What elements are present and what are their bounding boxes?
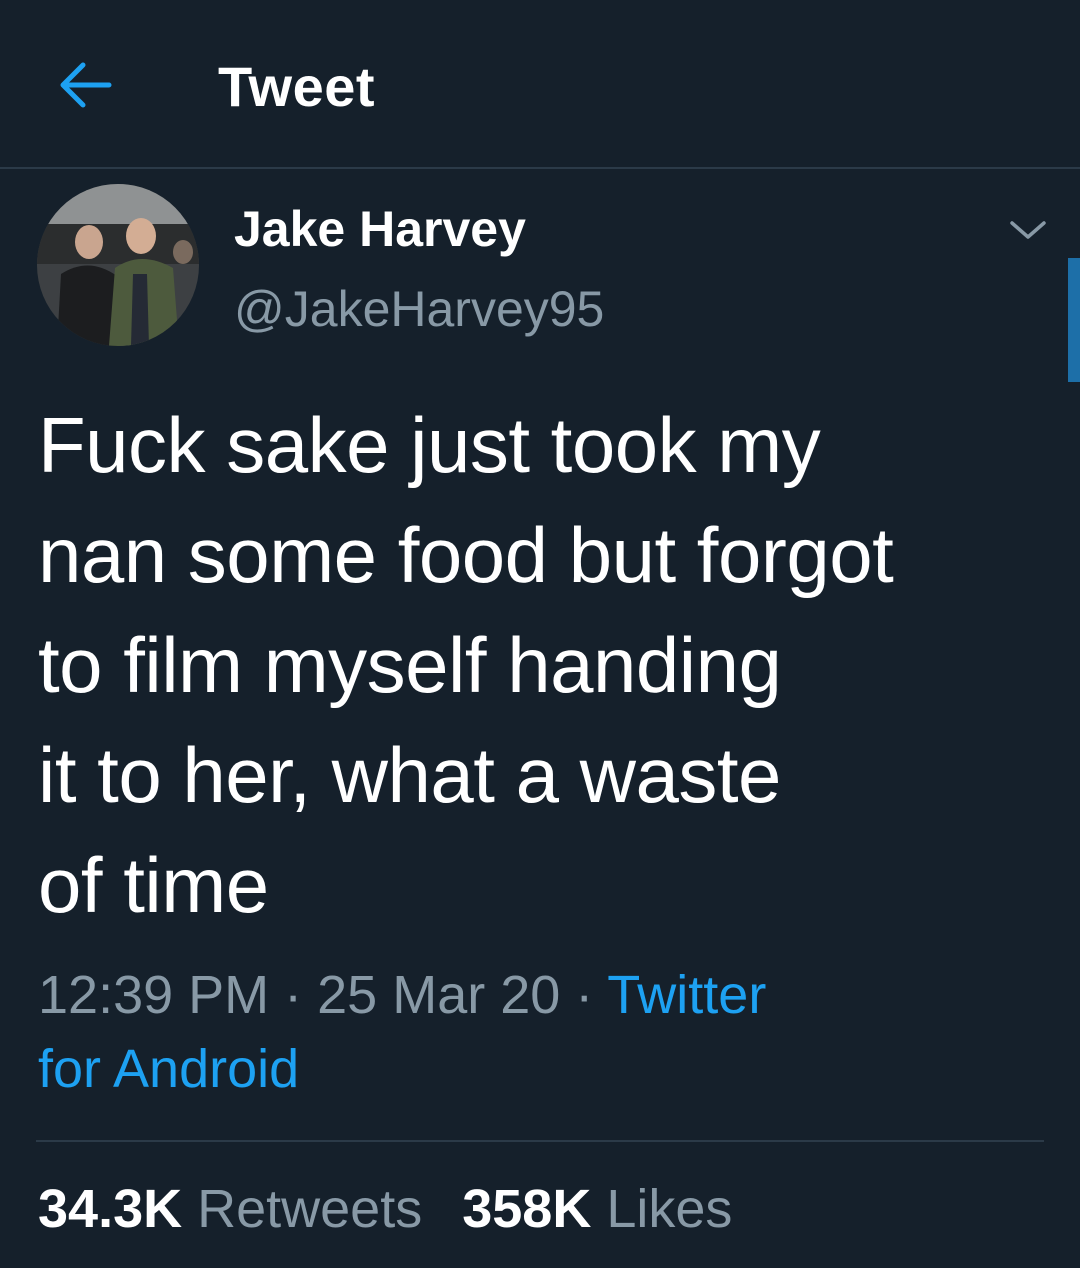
scrollbar[interactable]: [1068, 258, 1080, 382]
back-button[interactable]: [50, 50, 120, 120]
avatar[interactable]: [37, 184, 199, 346]
tweet-text-line: to film myself handing: [38, 621, 782, 709]
author-handle[interactable]: @JakeHarvey95: [234, 280, 604, 338]
page-title: Tweet: [218, 55, 376, 118]
retweets-count: 34.3K: [38, 1179, 183, 1239]
tweet-date: 25 Mar 20: [317, 965, 561, 1025]
tweet-text: Fuck sake just took my nan some food but…: [38, 390, 1048, 940]
likes-count: 358K: [462, 1179, 592, 1239]
tweet-text-line: nan some food but forgot: [38, 511, 894, 599]
likes-label: Likes: [606, 1179, 733, 1239]
chevron-down-icon: [1010, 221, 1046, 239]
tweet-detail-screen: Tweet Jake Harvey @JakeHarvey95 Fuck sak…: [0, 0, 1080, 1268]
tweet-metadata: 12:39 PM · 25 Mar 20 · Twitter for Androi…: [38, 958, 1038, 1106]
tweet-time: 12:39 PM: [38, 965, 270, 1025]
tweet-text-line: it to her, what a waste: [38, 731, 781, 819]
likes-stat[interactable]: 358K Likes: [462, 1179, 732, 1239]
profile-photo: [37, 184, 199, 346]
divider: [36, 1140, 1044, 1142]
retweets-label: Retweets: [197, 1179, 423, 1239]
tweet-menu-button[interactable]: [1006, 210, 1050, 250]
retweets-stat[interactable]: 34.3K Retweets: [38, 1179, 422, 1239]
arrow-left-icon: [60, 62, 112, 108]
tweet-text-line: Fuck sake just took my: [38, 401, 821, 489]
top-app-bar: Tweet: [0, 0, 1080, 169]
engagement-stats: 34.3K Retweets 358K Likes: [38, 1178, 732, 1240]
separator-dot: ·: [269, 965, 318, 1025]
separator-dot: ·: [560, 965, 608, 1025]
tweet-source-link[interactable]: Twitter: [607, 965, 766, 1025]
author-name[interactable]: Jake Harvey: [234, 200, 526, 258]
tweet-source-link[interactable]: for Android: [38, 1039, 299, 1099]
tweet-text-line: of time: [38, 841, 269, 929]
